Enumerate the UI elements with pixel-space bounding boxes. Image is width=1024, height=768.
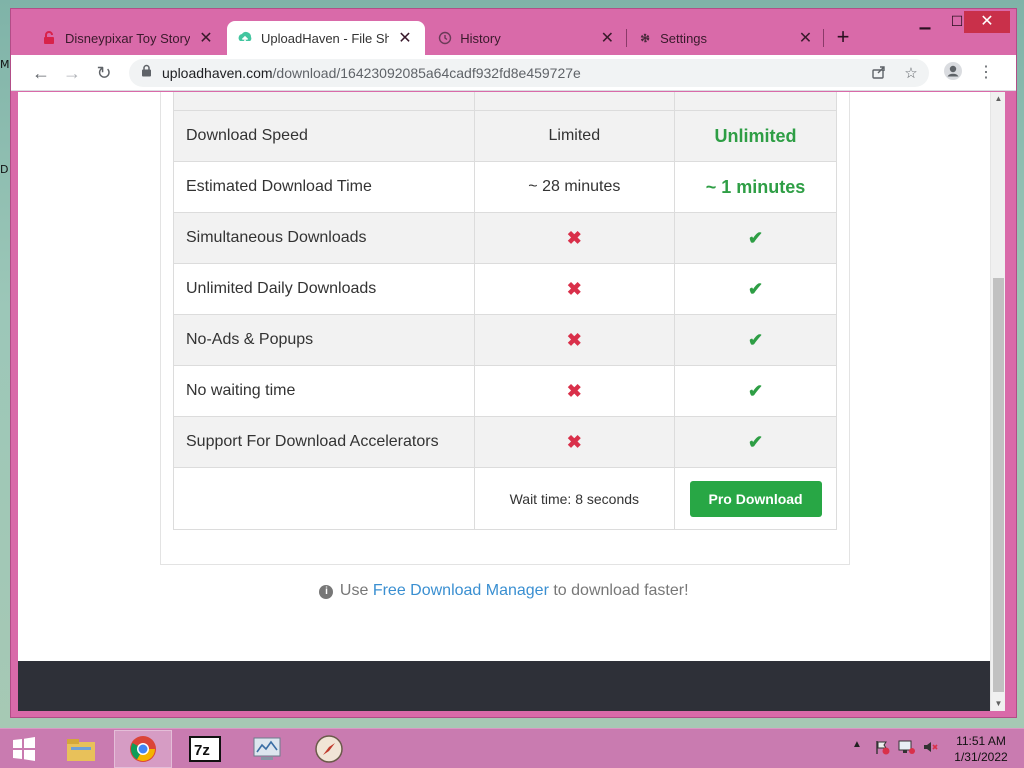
check-icon: ✔ (674, 365, 837, 417)
page-viewport: Download Speed Limited Unlimited Estimat… (18, 92, 990, 711)
feature-label: Simultaneous Downloads (173, 212, 475, 264)
tab-separator (823, 29, 824, 47)
url-text: uploadhaven.com/download/16423092085a64c… (162, 65, 581, 81)
cross-icon: ✖ (473, 212, 676, 264)
scroll-thumb[interactable] (993, 278, 1004, 692)
reload-button[interactable]: ↻ (92, 61, 116, 85)
feature-label: No waiting time (173, 365, 475, 417)
feature-label: Estimated Download Time (173, 161, 475, 213)
taskbar: 7z ▲ 11:51 AM 1/31/2022 (0, 728, 1024, 768)
window-close-button[interactable]: ✕ (964, 11, 1010, 33)
free-value: ~ 28 minutes (473, 161, 676, 213)
table-row: Simultaneous Downloads ✖ ✔ (173, 212, 837, 264)
7zip-icon[interactable]: 7z (176, 730, 234, 768)
cross-icon: ✖ (473, 263, 676, 315)
feature-label: Download Speed (173, 110, 475, 162)
fdm-promo: i Use Free Download Manager to download … (18, 582, 990, 600)
table-row (173, 92, 837, 111)
scroll-up-arrow[interactable]: ▲ (991, 92, 1006, 106)
forward-button[interactable]: → (60, 61, 84, 85)
pro-value: Unlimited (674, 110, 837, 162)
pro-value: ~ 1 minutes (674, 161, 837, 213)
comparison-table: Download Speed Limited Unlimited Estimat… (173, 92, 837, 530)
clock-date: 1/31/2022 (954, 750, 1008, 764)
tab-strip: Disneypixar Toy Story 3: | ✕ UploadHaven… (11, 9, 1016, 55)
tab-uploadhaven[interactable]: UploadHaven - File Sharin ✕ (227, 21, 425, 55)
table-row: Estimated Download Time ~ 28 minutes ~ 1… (173, 161, 837, 213)
table-row: Wait time: 8 seconds Pro Download (173, 467, 837, 530)
network-icon[interactable] (898, 739, 916, 758)
volume-muted-icon[interactable] (922, 739, 940, 758)
feature-label: Unlimited Daily Downloads (173, 263, 475, 315)
chrome-taskbar-icon[interactable] (114, 730, 172, 768)
gear-icon (637, 30, 652, 46)
taskbar-clock[interactable]: 11:51 AM 1/31/2022 (946, 733, 1016, 765)
show-hidden-icons-chevron[interactable]: ▲ (852, 739, 862, 750)
share-icon[interactable] (869, 64, 889, 84)
svg-text:7z: 7z (194, 742, 210, 759)
uploadhaven-logo-icon (237, 30, 253, 46)
free-value: Limited (473, 110, 676, 162)
action-center-flag-icon[interactable] (874, 739, 890, 758)
table-row: No-Ads & Popups ✖ ✔ (173, 314, 837, 366)
file-explorer-icon[interactable] (52, 730, 110, 768)
back-button[interactable]: ← (29, 61, 53, 85)
page-footer (18, 661, 990, 711)
fdm-link[interactable]: Free Download Manager (373, 582, 549, 599)
cross-icon: ✖ (473, 314, 676, 366)
wait-time-text: Wait time: 8 seconds (473, 467, 676, 530)
browser-toolbar: ← → ↻ uploadhaven.com/download/164230920… (11, 55, 1016, 91)
table-row: No waiting time ✖ ✔ (173, 365, 837, 417)
monitor-app-icon[interactable] (238, 730, 296, 768)
table-row: Unlimited Daily Downloads ✖ ✔ (173, 263, 837, 315)
check-icon: ✔ (674, 212, 837, 264)
check-icon: ✔ (674, 263, 837, 315)
close-icon[interactable]: ✕ (798, 28, 813, 48)
close-icon[interactable]: ✕ (397, 28, 413, 48)
address-bar[interactable]: uploadhaven.com/download/16423092085a64c… (129, 59, 929, 87)
tab-toy-story[interactable]: Disneypixar Toy Story 3: | ✕ (31, 21, 226, 55)
scroll-down-arrow[interactable]: ▼ (991, 697, 1006, 711)
menu-kebab-icon[interactable]: ⋮ (974, 61, 998, 85)
vertical-scrollbar[interactable]: ▲ ▼ (990, 92, 1005, 711)
lock-red-icon (41, 30, 57, 46)
cross-icon: ✖ (473, 416, 676, 468)
pro-download-button[interactable]: Pro Download (689, 480, 822, 517)
check-icon: ✔ (674, 314, 837, 366)
check-icon: ✔ (674, 416, 837, 468)
bookmark-star-icon[interactable]: ☆ (901, 64, 921, 84)
history-icon (437, 30, 452, 46)
info-icon: i (319, 585, 334, 599)
table-row: Download Speed Limited Unlimited (173, 110, 837, 162)
start-button[interactable] (0, 730, 48, 768)
windows-logo-icon (13, 737, 35, 761)
profile-avatar[interactable] (941, 61, 965, 85)
lock-icon (141, 64, 152, 82)
close-icon[interactable]: ✕ (198, 28, 214, 48)
table-row: Support For Download Accelerators ✖ ✔ (173, 416, 837, 468)
browser-window: Disneypixar Toy Story 3: | ✕ UploadHaven… (10, 8, 1017, 718)
minimize-button[interactable]: ▁ (909, 13, 941, 33)
feature-label: Support For Download Accelerators (173, 416, 475, 468)
tab-settings[interactable]: Settings ✕ (627, 21, 823, 55)
clock-time: 11:51 AM (956, 734, 1006, 748)
new-tab-button[interactable]: + (831, 26, 855, 48)
cross-icon: ✖ (473, 365, 676, 417)
compass-app-icon[interactable] (300, 730, 358, 768)
tab-history[interactable]: History ✕ (427, 21, 625, 55)
close-icon[interactable]: ✕ (600, 28, 615, 48)
feature-label: No-Ads & Popups (173, 314, 475, 366)
